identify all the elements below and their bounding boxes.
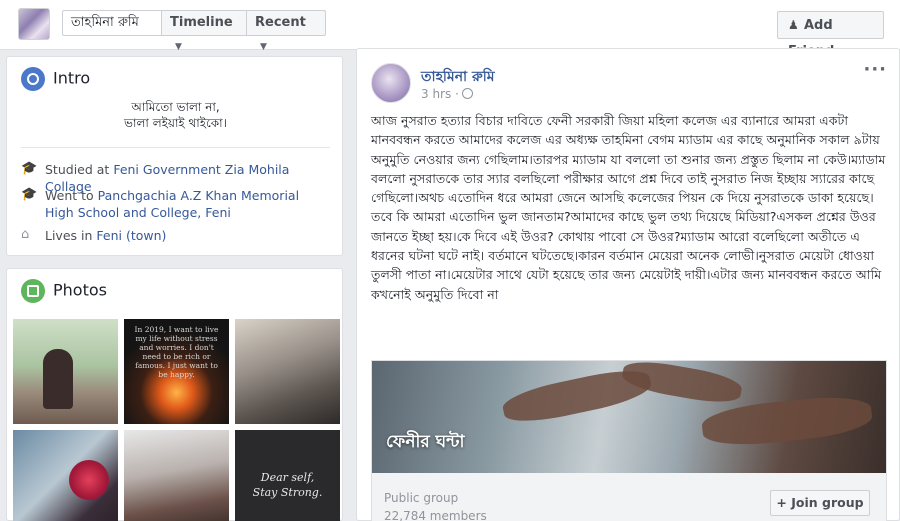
group-type: Public group (384, 491, 459, 505)
join-group-label: Join group (791, 495, 864, 510)
lives-in-link[interactable]: Feni (town) (96, 228, 166, 243)
plus-icon: + (776, 495, 792, 510)
add-friend-button[interactable]: ♟Add Friend (777, 11, 884, 59)
photos-title[interactable]: Photos (53, 281, 107, 300)
photo-thumbnail[interactable] (13, 430, 118, 521)
photos-heading: Photos (21, 279, 107, 303)
timeline-dropdown[interactable]: Timeline▼ (161, 10, 247, 52)
profile-name-button[interactable]: তাহমিনা রুমি (62, 10, 162, 36)
profile-avatar-thumbnail[interactable] (18, 8, 50, 40)
divider (21, 147, 330, 148)
more-options-icon[interactable]: ··· (863, 59, 887, 80)
photo-icon (21, 279, 45, 303)
photo-thumbnail[interactable] (235, 319, 340, 424)
post-meta: 3 hrs · (421, 87, 473, 101)
recent-dropdown[interactable]: Recent▼ (246, 10, 326, 52)
profile-topbar: তাহমিনা রুমি Timeline▼ Recent▼ ♟Add Frie… (0, 0, 900, 59)
group-info: Public group 22,784 members + Join group (372, 473, 886, 521)
group-cover-image[interactable]: ফেনীর ঘন্টা (372, 361, 886, 473)
post-card: তাহমিনা রুমি 3 hrs · ··· আজ নুসরাত হত্যা… (356, 48, 900, 521)
add-friend-icon: ♟ (788, 18, 799, 32)
post-timestamp[interactable]: 3 hrs · (421, 87, 459, 101)
join-group-button[interactable]: + Join group (770, 490, 870, 516)
studied-prefix: Studied at (45, 162, 114, 177)
recent-label: Recent (255, 15, 306, 30)
post-author-avatar[interactable] (371, 63, 411, 103)
globe-icon (21, 67, 45, 91)
lives-prefix: Lives in (45, 228, 97, 243)
bio-line: আমিতো ভালা না, (131, 100, 220, 114)
graduation-cap-icon: 🎓 (21, 187, 38, 202)
photo-caption: Stay Strong. (252, 486, 323, 499)
post-author-name[interactable]: তাহমিনা রুমি (421, 65, 495, 89)
home-icon: ⌂ (21, 227, 30, 242)
group-title[interactable]: ফেনীর ঘন্টা (386, 429, 464, 457)
photo-thumbnail[interactable]: In 2019, I want to live my life without … (124, 319, 229, 424)
went-prefix: Went to (45, 188, 98, 203)
profile-name-label: তাহমিনা রুমি (71, 15, 139, 30)
went-to-row: 🎓 Went to Panchgachia A.Z Khan Memorial … (21, 187, 331, 221)
shared-group-attachment[interactable]: ফেনীর ঘন্টা Public group 22,784 members … (371, 360, 887, 521)
lives-in-row: ⌂ Lives in Feni (town) (21, 227, 331, 244)
post-body-text: আজ নুসরাত হত্যার বিচার দাবিতে ফেনী সরকার… (371, 113, 886, 302)
photos-card: Photos In 2019, I want to live my life w… (6, 268, 343, 521)
graduation-cap-icon: 🎓 (21, 161, 38, 176)
photo-thumbnail[interactable] (13, 319, 118, 424)
photo-thumbnail[interactable] (124, 430, 229, 521)
intro-bio: আমিতো ভালা না, ভালা লইয়াই থাইকো। (7, 99, 344, 131)
photo-caption: Dear self, (260, 471, 315, 484)
bio-line: ভালা লইয়াই থাইকো। (124, 116, 227, 130)
intro-title: Intro (53, 68, 91, 88)
group-member-count: 22,784 members (384, 509, 487, 521)
timeline-label: Timeline (170, 15, 233, 30)
intro-card: Intro আমিতো ভালা না, ভালা লইয়াই থাইকো। … (6, 56, 343, 256)
hand-shape (620, 361, 744, 408)
intro-heading: Intro (21, 67, 90, 91)
photo-thumbnail[interactable]: Dear self, Stay Strong. (235, 430, 340, 521)
photo-caption: In 2019, I want to live my life without … (134, 325, 219, 379)
globe-icon (461, 88, 473, 99)
